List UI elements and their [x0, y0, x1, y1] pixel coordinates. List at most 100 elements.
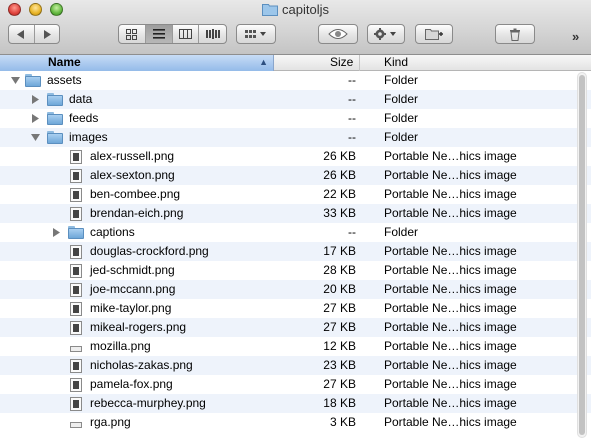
- file-row[interactable]: douglas-crockford.png 17 KB Portable Ne…hi…: [0, 242, 591, 261]
- file-row[interactable]: mozilla.png 12 KB Portable Ne…hics image: [0, 337, 591, 356]
- column-view-button[interactable]: [173, 25, 200, 43]
- coverflow-view-button[interactable]: [199, 25, 226, 43]
- item-kind: Portable Ne…hics image: [384, 301, 517, 315]
- item-name: douglas-crockford.png: [90, 244, 209, 258]
- kind-column-label: Kind: [384, 55, 409, 69]
- item-size: 23 KB: [323, 358, 356, 372]
- action-menu-button[interactable]: [367, 24, 405, 44]
- folder-row[interactable]: feeds -- Folder: [0, 109, 591, 128]
- item-kind: Portable Ne…hics image: [384, 149, 517, 163]
- item-size: 33 KB: [323, 206, 356, 220]
- disclosure-collapsed-icon[interactable]: [30, 90, 40, 109]
- item-size: 26 KB: [323, 149, 356, 163]
- item-kind: Portable Ne…hics image: [384, 415, 517, 429]
- png-file-icon: [68, 415, 84, 430]
- file-row[interactable]: rga.png 3 KB Portable Ne…hics image: [0, 413, 591, 432]
- folder-row[interactable]: data -- Folder: [0, 90, 591, 109]
- quick-look-button[interactable]: [318, 24, 358, 44]
- file-row[interactable]: alex-russell.png 26 KB Portable Ne…hics im…: [0, 147, 591, 166]
- item-name: data: [69, 92, 93, 106]
- vertical-scrollbar[interactable]: [577, 72, 587, 438]
- file-row[interactable]: mike-taylor.png 27 KB Portable Ne…hics ima…: [0, 299, 591, 318]
- item-kind: Folder: [384, 111, 419, 125]
- item-kind: Folder: [384, 73, 419, 87]
- item-kind: Folder: [384, 225, 419, 239]
- png-file-icon: [68, 149, 84, 164]
- file-row[interactable]: jed-schmidt.png 28 KB Portable Ne…hics ima…: [0, 261, 591, 280]
- item-name: pamela-fox.png: [90, 377, 173, 391]
- file-row[interactable]: brendan-eich.png 33 KB Portable Ne…hics im…: [0, 204, 591, 223]
- item-size: 27 KB: [323, 301, 356, 315]
- file-row[interactable]: pamela-fox.png 27 KB Portable Ne…hics imag…: [0, 375, 591, 394]
- folder-icon: [25, 73, 41, 88]
- disclosure-expanded-icon[interactable]: [30, 128, 40, 147]
- png-file-icon: [68, 168, 84, 183]
- file-row[interactable]: alex-sexton.png 26 KB Portable Ne…hics ima…: [0, 166, 591, 185]
- item-size: 27 KB: [323, 377, 356, 391]
- png-file-icon: [68, 358, 84, 373]
- item-name: alex-russell.png: [90, 149, 175, 163]
- icon-view-button[interactable]: [119, 25, 146, 43]
- arrange-dropdown[interactable]: [236, 24, 276, 44]
- item-name: captions: [90, 225, 135, 239]
- window-title-text: capitoljs: [282, 2, 329, 17]
- folder-icon: [47, 111, 63, 126]
- item-name: jed-schmidt.png: [90, 263, 175, 277]
- item-name: mike-taylor.png: [90, 301, 172, 315]
- item-kind: Portable Ne…hics image: [384, 244, 517, 258]
- sort-ascending-icon: ▲: [259, 57, 268, 67]
- folder-row[interactable]: images -- Folder: [0, 128, 591, 147]
- item-kind: Portable Ne…hics image: [384, 339, 517, 353]
- item-name: mozilla.png: [90, 339, 151, 353]
- folder-icon: [68, 225, 84, 240]
- kind-column-header[interactable]: Kind: [361, 55, 591, 71]
- name-column-header[interactable]: Name ▲: [0, 55, 274, 71]
- png-file-icon: [68, 377, 84, 392]
- item-name: rebecca-murphey.png: [90, 396, 206, 410]
- folder-row[interactable]: assets -- Folder: [0, 71, 591, 90]
- arrange-icon: [245, 30, 266, 38]
- size-column-header[interactable]: Size: [275, 55, 360, 71]
- view-mode-control: [118, 24, 227, 44]
- file-row[interactable]: mikeal-rogers.png 27 KB Portable Ne…hics i…: [0, 318, 591, 337]
- item-kind: Portable Ne…hics image: [384, 168, 517, 182]
- png-file-icon: [68, 320, 84, 335]
- back-button[interactable]: [9, 25, 35, 43]
- forward-button[interactable]: [35, 25, 60, 43]
- file-row[interactable]: rebecca-murphey.png 18 KB Portable Ne…hics…: [0, 394, 591, 413]
- file-row[interactable]: nicholas-zakas.png 23 KB Portable Ne…hics …: [0, 356, 591, 375]
- item-size: 18 KB: [323, 396, 356, 410]
- new-folder-button[interactable]: [415, 24, 453, 44]
- window-title: capitoljs: [0, 2, 591, 19]
- disclosure-collapsed-icon[interactable]: [30, 109, 40, 128]
- toolbar-overflow-button[interactable]: »: [572, 29, 579, 44]
- file-row[interactable]: ben-combee.png 22 KB Portable Ne…hics imag…: [0, 185, 591, 204]
- file-row[interactable]: joe-mccann.png 20 KB Portable Ne…hics imag…: [0, 280, 591, 299]
- disclosure-collapsed-icon[interactable]: [51, 223, 61, 242]
- item-kind: Portable Ne…hics image: [384, 282, 517, 296]
- item-name: images: [69, 130, 108, 144]
- item-name: rga.png: [90, 415, 131, 429]
- delete-button[interactable]: [495, 24, 535, 44]
- trash-icon: [510, 28, 520, 41]
- item-name: ben-combee.png: [90, 187, 181, 201]
- png-file-icon: [68, 263, 84, 278]
- back-forward-control: [8, 24, 60, 44]
- item-size: 12 KB: [323, 339, 356, 353]
- item-name: brendan-eich.png: [90, 206, 184, 220]
- file-list: assets -- Folder data -- Folder feeds -- Folder i…: [0, 71, 591, 432]
- item-name: nicholas-zakas.png: [90, 358, 193, 372]
- disclosure-expanded-icon[interactable]: [10, 71, 20, 90]
- png-file-icon: [68, 244, 84, 259]
- folder-row[interactable]: captions -- Folder: [0, 223, 591, 242]
- item-name: joe-mccann.png: [90, 282, 176, 296]
- scrollbar-thumb[interactable]: [579, 75, 585, 435]
- column-view-icon: [178, 29, 192, 39]
- list-view-button[interactable]: [145, 25, 173, 43]
- item-kind: Portable Ne…hics image: [384, 320, 517, 334]
- item-kind: Portable Ne…hics image: [384, 396, 517, 410]
- folder-icon: [262, 3, 279, 19]
- png-file-icon: [68, 396, 84, 411]
- png-file-icon: [68, 206, 84, 221]
- item-kind: Portable Ne…hics image: [384, 358, 517, 372]
